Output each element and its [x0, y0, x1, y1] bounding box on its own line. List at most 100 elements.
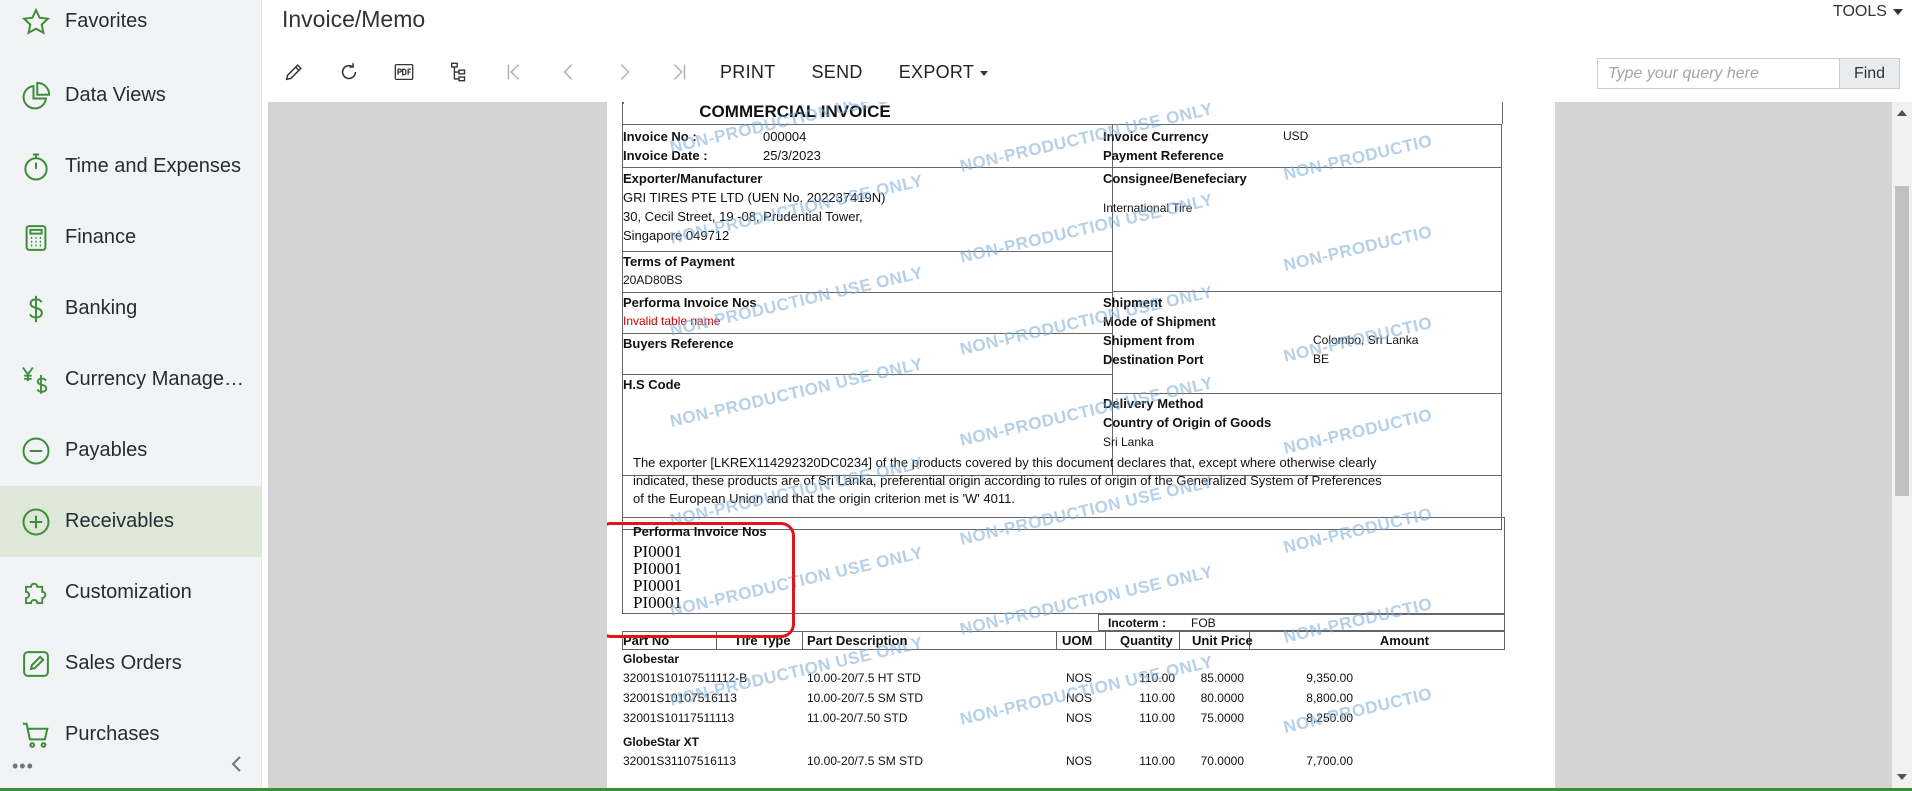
column-divider — [1056, 631, 1057, 650]
item-unit-price: 85.0000 — [1200, 671, 1244, 685]
terms-of-payment-value: 20AD80BS — [623, 273, 683, 287]
plus-circle-icon — [20, 506, 52, 538]
item-part-no: 32001S10107516113 — [623, 691, 737, 705]
pdf-icon[interactable] — [390, 58, 418, 86]
item-part-no: 32001S31107516113 — [623, 754, 737, 768]
export-label: EXPORT — [898, 61, 975, 82]
edit-pencil-icon[interactable] — [280, 58, 308, 86]
buyers-reference-label: Buyers Reference — [623, 336, 734, 351]
sidebar-item-currency-management[interactable]: Currency Management — [0, 344, 262, 415]
item-amount: 7,700.00 — [1306, 754, 1353, 768]
hierarchy-icon[interactable] — [445, 58, 473, 86]
destination-port-label: Destination Port — [1103, 352, 1204, 367]
column-divider — [1179, 631, 1180, 650]
item-part-no: 32001S10117511113 — [623, 711, 735, 725]
item-uom: NOS — [1066, 711, 1093, 725]
mode-of-shipment-label: Mode of Shipment — [1103, 314, 1216, 329]
invoice-no-label: Invoice No : — [623, 129, 697, 144]
sidebar-item-banking[interactable]: Banking — [0, 273, 262, 344]
column-divider — [1105, 631, 1106, 650]
item-quantity: 110.00 — [1139, 671, 1175, 685]
item-quantity: 110.00 — [1139, 711, 1175, 725]
vertical-scrollbar[interactable] — [1892, 102, 1912, 789]
exporter-label: Exporter/Manufacturer — [623, 171, 763, 186]
column-divider — [802, 631, 803, 650]
country-of-origin-value: Sri Lanka — [1103, 435, 1154, 449]
column-header: Part Description — [807, 633, 908, 648]
sidebar-item-label: Receivables — [65, 510, 174, 532]
item-description: 10.00-20/7.5 SM STD — [807, 754, 924, 768]
sidebar-item-label: Customization — [65, 581, 192, 603]
sidebar-item-label: Finance — [65, 226, 137, 248]
last-page-icon[interactable] — [665, 58, 693, 86]
dollar-icon — [20, 293, 52, 325]
terms-of-payment-label: Terms of Payment — [623, 254, 735, 269]
consignee-value: International Tire — [1103, 201, 1193, 215]
invoice-title: COMMERCIAL INVOICE — [699, 102, 891, 121]
sidebar-item-label: Payables — [65, 439, 148, 461]
sidebar-item-time-and-expenses[interactable]: Time and Expenses — [0, 131, 262, 202]
caret-down-icon — [980, 70, 989, 76]
destination-port-value: BE — [1313, 352, 1330, 366]
export-button[interactable]: EXPORT — [899, 62, 989, 83]
invoice-currency-label: Invoice Currency — [1103, 129, 1209, 144]
item-amount: 9,350.00 — [1306, 671, 1353, 685]
item-uom: NOS — [1066, 671, 1093, 685]
declaration-line-2: indicated, these products are of Sri Lan… — [633, 473, 1382, 488]
first-page-icon[interactable] — [500, 58, 528, 86]
column-header: Quantity — [1120, 633, 1173, 648]
shipment-from-value: Colombo, Sri Lanka — [1313, 333, 1419, 347]
declaration-line-3: of the European Union and that the origi… — [633, 491, 1015, 506]
hs-code-label: H.S Code — [623, 377, 681, 392]
previous-page-icon[interactable] — [555, 58, 583, 86]
item-quantity: 110.00 — [1139, 754, 1175, 768]
item-unit-price: 80.0000 — [1200, 691, 1244, 705]
stopwatch-icon — [20, 151, 52, 183]
sidebar-item-payables[interactable]: Payables — [0, 415, 262, 486]
consignee-label: Consignee/Benefeciary — [1103, 171, 1247, 186]
toolbar: PRINT SEND EXPORT — [280, 52, 1024, 92]
sidebar-item-data-views[interactable]: Data Views — [0, 60, 262, 131]
find-button[interactable]: Find — [1839, 59, 1899, 88]
item-uom: NOS — [1066, 754, 1093, 768]
sidebar-item-sales-orders[interactable]: Sales Orders — [0, 628, 262, 699]
scrollbar-thumb[interactable] — [1895, 186, 1909, 496]
star-icon — [20, 6, 52, 38]
invoice-no-value: 000004 — [763, 129, 807, 144]
puzzle-icon — [20, 577, 52, 609]
more-icon[interactable]: ••• — [12, 756, 34, 777]
sidebar-item-favorites[interactable]: Favorites — [0, 0, 262, 57]
report-viewer[interactable]: COMMERCIAL INVOICE Invoice No : 000004 I… — [268, 102, 1892, 789]
incoterm-label: Incoterm : — [1108, 616, 1167, 630]
performa-invoice-label: Performa Invoice Nos — [623, 295, 757, 310]
search-input[interactable] — [1598, 59, 1839, 88]
sidebar-item-label: Sales Orders — [65, 652, 182, 674]
item-unit-price: 75.0000 — [1200, 711, 1244, 725]
item-uom: NOS — [1066, 691, 1093, 705]
refresh-icon[interactable] — [335, 58, 363, 86]
print-button[interactable]: PRINT — [720, 62, 776, 83]
collapse-sidebar-icon[interactable] — [226, 752, 246, 776]
column-header: Unit Price — [1192, 633, 1253, 648]
item-description: 11.00-20/7.50 STD — [807, 711, 908, 725]
tools-menu[interactable]: TOOLS — [1833, 3, 1903, 21]
payment-reference-label: Payment Reference — [1103, 148, 1224, 163]
sidebar-item-purchases[interactable]: Purchases — [0, 699, 262, 770]
scroll-up-icon[interactable] — [1897, 110, 1907, 116]
pie-chart-icon — [20, 80, 52, 112]
sidebar: Favorites Data Views Time and Expenses F… — [0, 0, 262, 791]
send-button[interactable]: SEND — [812, 62, 863, 83]
item-description: 10.00-20/7.5 HT STD — [807, 671, 921, 685]
shipment-from-label: Shipment from — [1103, 333, 1195, 348]
column-header: UOM — [1062, 633, 1093, 648]
exporter-line-2: 30, Cecil Street, 19 -08, Prudential Tow… — [623, 209, 863, 224]
item-unit-price: 70.0000 — [1200, 754, 1244, 768]
sidebar-item-receivables[interactable]: Receivables — [0, 486, 262, 557]
invoice-date-value: 25/3/2023 — [763, 148, 821, 163]
sidebar-item-label: Purchases — [65, 723, 160, 745]
next-page-icon[interactable] — [610, 58, 638, 86]
sidebar-item-customization[interactable]: Customization — [0, 557, 262, 628]
incoterm-value: FOB — [1191, 616, 1216, 630]
sidebar-item-finance[interactable]: Finance — [0, 202, 262, 273]
scroll-down-icon[interactable] — [1897, 774, 1907, 780]
